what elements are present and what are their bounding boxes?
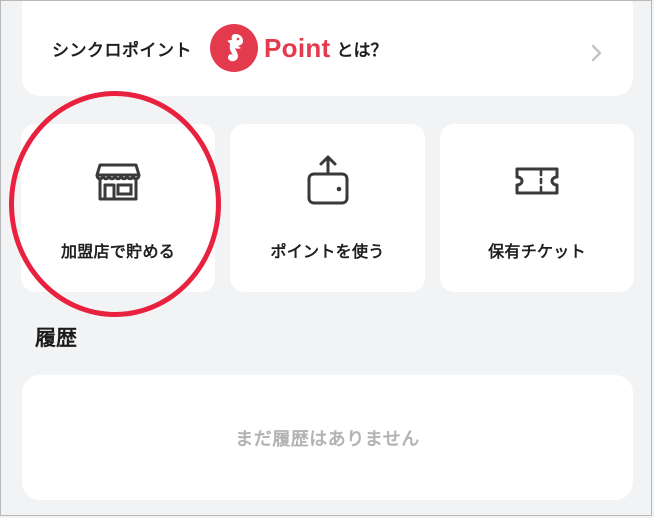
use-points-label: ポイントを使う (270, 242, 385, 261)
point-info-label: シンクロポイント (52, 40, 192, 61)
use-points-button[interactable]: ポイントを使う (230, 124, 425, 292)
earn-at-stores-label: 加盟店で貯める (60, 242, 176, 261)
point-info-card[interactable]: シンクロポイント Point とは？ (22, 0, 633, 96)
storefront-icon (91, 154, 145, 208)
earn-at-stores-button[interactable]: 加盟店で貯める (21, 124, 215, 292)
point-info-suffix: とは？ (336, 40, 388, 61)
point-info-row[interactable]: シンクロポイント Point とは？ (22, 0, 633, 96)
point-logo-text: Point (264, 32, 331, 63)
point-logo: Point (210, 24, 331, 72)
ticket-icon (510, 154, 564, 208)
history-section-title: 履歴 (35, 326, 77, 350)
owned-tickets-button[interactable]: 保有チケット (440, 124, 634, 292)
wallet-upload-icon (301, 154, 355, 208)
seahorse-logo-icon (210, 24, 258, 72)
owned-tickets-label: 保有チケット (488, 242, 586, 261)
chevron-right-icon[interactable] (585, 42, 607, 64)
history-card: まだ履歴はありません (22, 375, 633, 500)
history-empty-message: まだ履歴はありません (235, 428, 420, 450)
